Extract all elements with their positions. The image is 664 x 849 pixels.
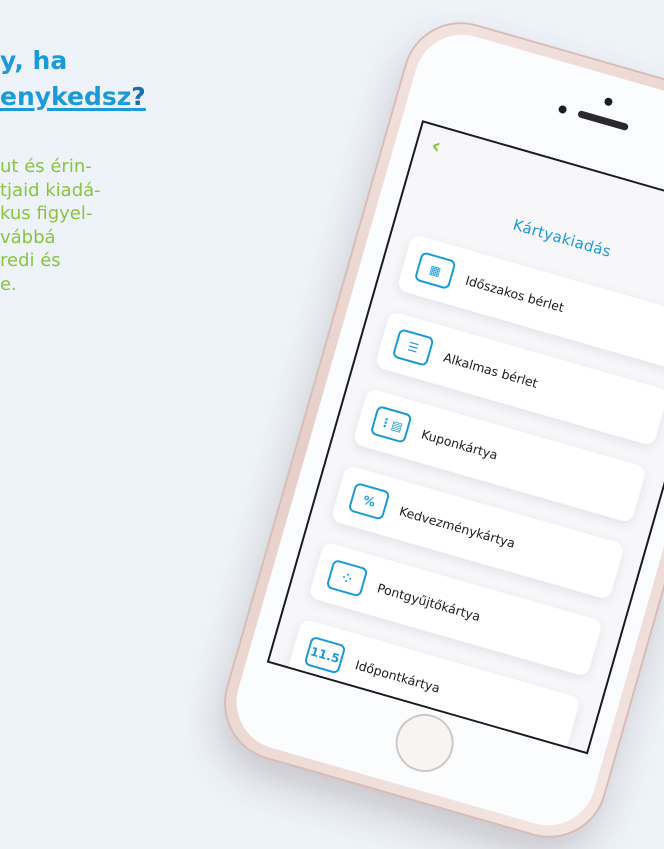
card-item-label: Kedvezménykártya xyxy=(397,502,518,551)
card-item-label: Időszakos bérlet xyxy=(463,272,566,315)
phone-mockup: ‹ Kártyakiadás ▦ Időszakos bérlet ☰ Alka… xyxy=(212,10,664,849)
promo-text-block: y, ha enykedsz? ut és érin- tjaid kiadá-… xyxy=(0,0,260,400)
app-screen: ‹ Kártyakiadás ▦ Időszakos bérlet ☰ Alka… xyxy=(266,120,664,755)
promo-heading-line1: y, ha xyxy=(0,46,68,75)
card-item-label: Kuponkártya xyxy=(419,426,500,463)
promo-body-line: tjaid kiadá- xyxy=(0,179,101,201)
promo-body-line: ut és érin- xyxy=(0,156,92,177)
card-type-list: ▦ Időszakos bérlet ☰ Alkalmas bérlet ⋮▤ … xyxy=(280,233,664,755)
promo-body-line: kus figyel- xyxy=(0,203,93,224)
promo-body-line: e. xyxy=(0,273,17,295)
sensor-dot xyxy=(557,104,568,115)
speaker-grille xyxy=(577,110,630,132)
promo-body-line: vábbá xyxy=(0,226,56,248)
date-card-icon: 11.5 xyxy=(303,635,347,675)
home-button[interactable] xyxy=(388,707,461,779)
percent-icon: % xyxy=(347,481,391,521)
promo-body: ut és érin- tjaid kiadá- kus figyel- váb… xyxy=(0,155,101,296)
calendar-icon: ▦ xyxy=(413,251,457,290)
points-grid-icon: ⁘ xyxy=(325,558,369,598)
promo-body-line: redi és xyxy=(0,250,61,271)
coupon-icon: ⋮▤ xyxy=(369,405,413,444)
card-item-label: Időpontkártya xyxy=(353,656,442,696)
promo-heading-link: enykedsz xyxy=(0,82,132,111)
phone-bezel: ‹ Kártyakiadás ▦ Időszakos bérlet ☰ Alka… xyxy=(225,23,664,837)
chevron-left-icon[interactable]: ‹ xyxy=(428,133,448,160)
promo-heading-question-mark: ? xyxy=(131,82,146,111)
camera-icon xyxy=(603,96,614,107)
promo-heading-line2: enykedsz? xyxy=(0,82,146,112)
ticket-lines-icon: ☰ xyxy=(391,328,435,367)
card-item-label: Pontgyűjtőkártya xyxy=(375,579,483,624)
card-item-label: Alkalmas bérlet xyxy=(441,349,540,391)
